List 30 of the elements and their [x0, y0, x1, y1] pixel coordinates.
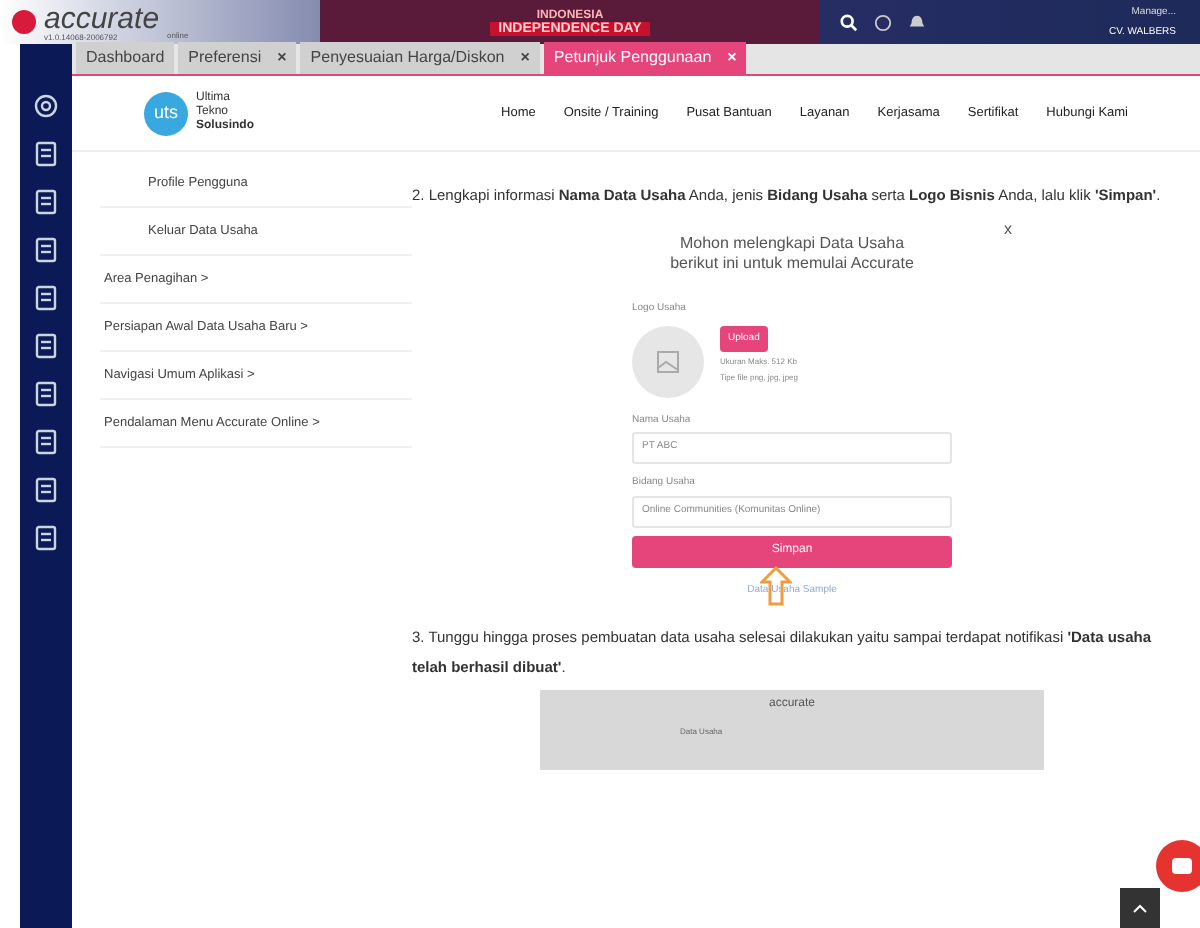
scroll-top-button[interactable] — [1120, 888, 1160, 928]
menu-icon[interactable] — [32, 332, 60, 360]
tab[interactable]: Preferensi × — [178, 42, 297, 74]
menu-icon[interactable] — [32, 524, 60, 552]
chat-icon — [1172, 857, 1192, 875]
menu-icon[interactable] — [32, 236, 60, 264]
caret-icon — [1132, 903, 1148, 913]
menu-icon[interactable] — [32, 188, 60, 216]
tab[interactable]: Dashboard — [76, 42, 175, 74]
tab[interactable]: Penyesuaian Harga/Diskon × — [300, 42, 540, 74]
close-icon[interactable]: × — [520, 46, 530, 70]
dialog-title: Mohon melengkapi Data Usaha berikut ini untuk memulai Accurate — [668, 234, 916, 274]
menu-icon[interactable] — [32, 380, 60, 408]
close-icon[interactable]: × — [277, 46, 287, 70]
image-placeholder-icon — [632, 325, 704, 397]
help-icon[interactable] — [874, 13, 892, 31]
bell-icon[interactable] — [908, 13, 926, 31]
logo-icon — [12, 10, 36, 34]
search-icon[interactable] — [840, 13, 858, 31]
menu-icon[interactable] — [32, 476, 60, 504]
site-logo-icon: uts — [144, 91, 188, 135]
menu-icon[interactable] — [32, 140, 60, 168]
menu-icon[interactable] — [32, 284, 60, 312]
close-icon[interactable]: × — [727, 46, 737, 70]
menu-icon[interactable] — [32, 92, 60, 120]
app-logo: accurate — [44, 3, 160, 33]
tab[interactable]: Petunjuk Penggunaan × — [543, 42, 747, 74]
chat-button[interactable] — [1156, 840, 1200, 892]
menu-icon[interactable] — [32, 428, 60, 456]
close-button[interactable]: x — [1004, 218, 1012, 242]
